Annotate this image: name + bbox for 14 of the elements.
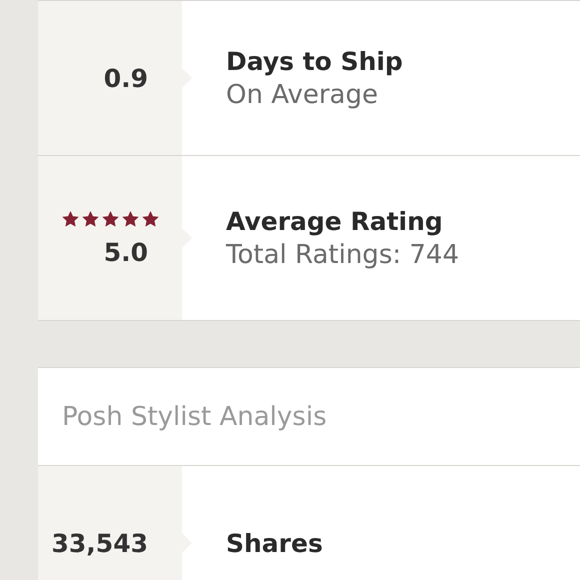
stat-value: 5.0 (104, 238, 148, 266)
stat-title: Days to Ship (226, 46, 404, 76)
stat-value: 33,543 (52, 528, 148, 558)
section-heading: Posh Stylist Analysis (62, 402, 327, 432)
star-icon (141, 210, 160, 228)
star-icon (121, 210, 140, 228)
stat-title: Average Rating (226, 206, 444, 236)
star-icon (61, 210, 80, 228)
stat-title: Shares (226, 528, 324, 558)
stat-subtitle: Total Ratings: 744 (226, 240, 460, 270)
stat-value: 0.9 (104, 64, 148, 92)
stat-subtitle: On Average (226, 80, 379, 110)
star-icon (101, 210, 120, 228)
star-icon (81, 210, 100, 228)
